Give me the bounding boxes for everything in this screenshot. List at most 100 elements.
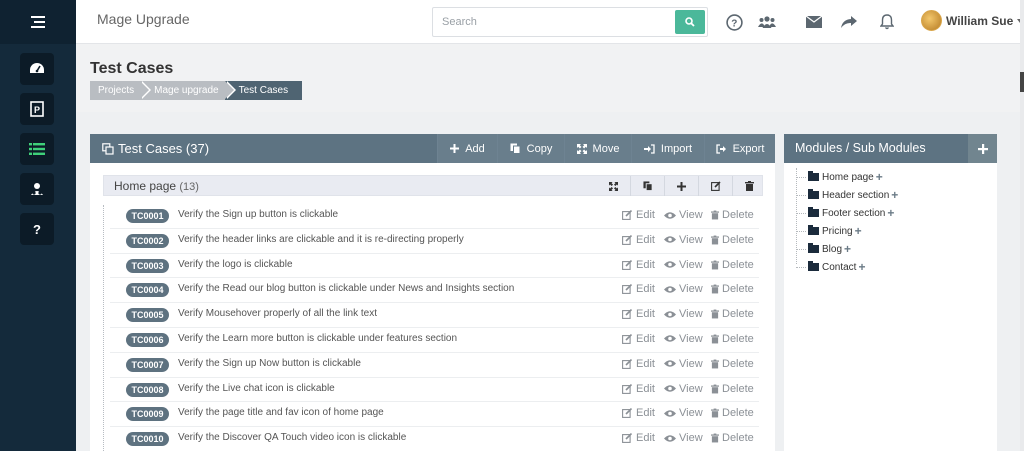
- delete-link[interactable]: Delete: [711, 407, 754, 419]
- edit-link[interactable]: Edit: [622, 407, 655, 419]
- test-case-title[interactable]: Verify the Discover QA Touch video icon …: [178, 432, 406, 443]
- delete-link[interactable]: Delete: [711, 383, 754, 395]
- test-case-title[interactable]: Verify the Live chat icon is clickable: [178, 383, 335, 394]
- breadcrumb-item-project[interactable]: Mage upgrade: [140, 81, 236, 100]
- edit-link[interactable]: Edit: [622, 432, 655, 444]
- scrollbar-thumb[interactable]: [1020, 72, 1024, 92]
- test-case-title[interactable]: Verify the Learn more button is clickabl…: [178, 333, 457, 344]
- module-row-home-page[interactable]: Home page (13): [103, 175, 763, 196]
- test-case-title[interactable]: Verify Mousehover properly of all the li…: [178, 308, 377, 319]
- user-menu[interactable]: William Sue: [921, 10, 1024, 31]
- module-tree-item[interactable]: Footer section +: [794, 204, 898, 222]
- test-case-id-badge[interactable]: TC0009: [126, 407, 169, 422]
- view-link[interactable]: View: [664, 283, 703, 295]
- edit-link[interactable]: Edit: [622, 259, 655, 271]
- expand-module-button[interactable]: [596, 176, 630, 196]
- test-case-id-badge[interactable]: TC0006: [126, 332, 169, 347]
- delete-module-button[interactable]: [732, 176, 766, 196]
- view-link[interactable]: View: [664, 209, 703, 221]
- messages-button[interactable]: [804, 12, 824, 32]
- add-submodule-icon[interactable]: +: [891, 188, 898, 202]
- edit-module-button[interactable]: [698, 176, 732, 196]
- delete-link[interactable]: Delete: [711, 209, 754, 221]
- test-case-id-badge[interactable]: TC0002: [126, 233, 169, 248]
- view-link[interactable]: View: [664, 333, 703, 345]
- test-case-id-badge[interactable]: TC0010: [126, 432, 169, 447]
- test-case-title[interactable]: Verify the logo is clickable: [178, 259, 293, 270]
- search-button[interactable]: [675, 10, 705, 34]
- delete-link[interactable]: Delete: [711, 333, 754, 345]
- table-row[interactable]: TC0006 Verify the Learn more button is cl…: [110, 328, 759, 353]
- delete-link[interactable]: Delete: [711, 234, 754, 246]
- table-row[interactable]: TC0009 Verify the page title and fav icon…: [110, 402, 759, 428]
- test-case-id-badge[interactable]: TC0001: [126, 209, 169, 223]
- module-tree-item[interactable]: Contact +: [794, 258, 898, 276]
- add-button[interactable]: Add: [437, 134, 497, 163]
- view-link[interactable]: View: [664, 234, 703, 246]
- test-case-id-badge[interactable]: TC0003: [126, 258, 169, 273]
- edit-link[interactable]: Edit: [622, 358, 655, 370]
- module-tree-item[interactable]: Pricing +: [794, 222, 898, 240]
- delete-link[interactable]: Delete: [711, 358, 754, 370]
- table-row[interactable]: TC0002 Verify the header links are clicka…: [110, 229, 759, 254]
- add-submodule-icon[interactable]: +: [858, 260, 865, 274]
- edit-link[interactable]: Edit: [622, 234, 655, 246]
- table-row[interactable]: TC0005 Verify Mousehover properly of all …: [110, 303, 759, 328]
- add-submodule-icon[interactable]: +: [887, 206, 894, 220]
- table-row[interactable]: TC0010 Verify the Discover QA Touch video…: [110, 427, 759, 451]
- table-row[interactable]: TC0004 Verify the Read our blog button is…: [110, 278, 759, 304]
- edit-link[interactable]: Edit: [622, 283, 655, 295]
- test-case-id-badge[interactable]: TC0004: [126, 283, 169, 298]
- export-button[interactable]: Export: [704, 134, 775, 163]
- view-link[interactable]: View: [664, 358, 703, 370]
- edit-link[interactable]: Edit: [622, 333, 655, 345]
- breadcrumb-item-projects[interactable]: Projects: [90, 81, 152, 100]
- module-tree-item[interactable]: Home page +: [794, 168, 898, 186]
- edit-link[interactable]: Edit: [622, 383, 655, 395]
- add-submodule-icon[interactable]: +: [844, 242, 851, 256]
- table-row[interactable]: TC0001 Verify the Sign up button is click…: [110, 204, 759, 229]
- test-case-id-badge[interactable]: TC0005: [126, 308, 169, 323]
- edit-link[interactable]: Edit: [622, 209, 655, 221]
- sidebar-item-help[interactable]: ?: [20, 213, 54, 245]
- test-case-id-badge[interactable]: TC0008: [126, 382, 169, 397]
- module-tree-item[interactable]: Blog +: [794, 240, 898, 258]
- test-case-title[interactable]: Verify the header links are clickable an…: [178, 234, 464, 245]
- test-case-title[interactable]: Verify the Sign up Now button is clickab…: [178, 358, 361, 369]
- view-link[interactable]: View: [664, 308, 703, 320]
- table-row[interactable]: TC0008 Verify the Live chat icon is click…: [110, 378, 759, 403]
- table-row[interactable]: TC0003 Verify the logo is clickable Edit Vi…: [110, 254, 759, 279]
- delete-link[interactable]: Delete: [711, 308, 754, 320]
- add-module-button[interactable]: [968, 134, 997, 163]
- view-link[interactable]: View: [664, 259, 703, 271]
- test-case-title[interactable]: Verify the Sign up button is clickable: [178, 209, 338, 220]
- sidebar-item-users[interactable]: [20, 173, 54, 205]
- import-button[interactable]: Import: [631, 134, 704, 163]
- add-submodule-icon[interactable]: +: [876, 170, 883, 184]
- view-link[interactable]: View: [664, 383, 703, 395]
- test-case-title[interactable]: Verify the Read our blog button is click…: [178, 283, 514, 294]
- module-tree-item[interactable]: Header section +: [794, 186, 898, 204]
- notifications-button[interactable]: [877, 12, 897, 32]
- delete-link[interactable]: Delete: [711, 283, 754, 295]
- test-case-title[interactable]: Verify the page title and fav icon of ho…: [178, 407, 384, 418]
- page-scrollbar[interactable]: [1020, 0, 1024, 451]
- edit-link[interactable]: Edit: [622, 308, 655, 320]
- sidebar-item-dashboard[interactable]: [20, 53, 54, 85]
- sidebar-menu-toggle[interactable]: [0, 0, 76, 44]
- view-link[interactable]: View: [664, 432, 703, 444]
- search-input[interactable]: [433, 8, 673, 36]
- copy-button[interactable]: Copy: [497, 134, 564, 163]
- help-button[interactable]: ?: [724, 12, 744, 32]
- view-link[interactable]: View: [664, 407, 703, 419]
- table-row[interactable]: TC0007 Verify the Sign up Now button is c…: [110, 353, 759, 378]
- add-to-module-button[interactable]: [664, 176, 698, 196]
- delete-link[interactable]: Delete: [711, 259, 754, 271]
- delete-link[interactable]: Delete: [711, 432, 754, 444]
- test-case-id-badge[interactable]: TC0007: [126, 357, 169, 372]
- team-button[interactable]: [757, 12, 777, 32]
- sidebar-item-test-cases[interactable]: [20, 133, 54, 165]
- move-button[interactable]: Move: [564, 134, 631, 163]
- sidebar-item-projects[interactable]: P: [20, 93, 54, 125]
- share-button[interactable]: [839, 12, 859, 32]
